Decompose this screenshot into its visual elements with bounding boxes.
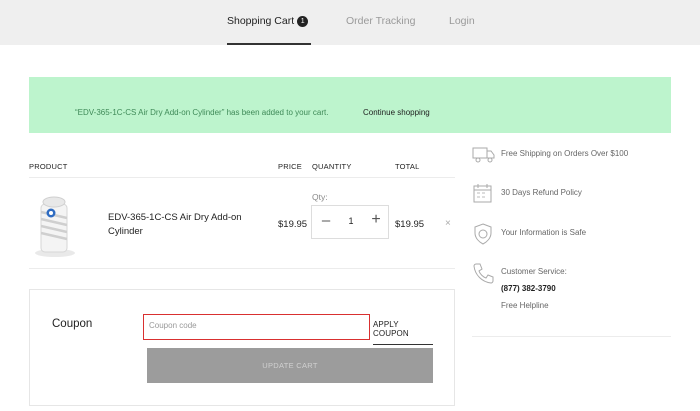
coupon-title: Coupon xyxy=(52,318,93,330)
shield-icon xyxy=(474,223,492,245)
customer-service-label: Customer Service: xyxy=(501,267,567,276)
qty-decrease-button[interactable]: – xyxy=(319,212,333,229)
quantity-stepper: – 1 + xyxy=(311,205,389,239)
free-shipping-text: Free Shipping on Orders Over $100 xyxy=(501,149,629,158)
tab-shopping-cart-label: Shopping Cart xyxy=(227,15,295,27)
header-divider xyxy=(29,177,455,178)
tab-login[interactable]: Login xyxy=(449,0,475,45)
cart-count-badge: 1 xyxy=(297,16,309,27)
customer-service-phone[interactable]: (877) 382-3790 xyxy=(501,284,556,293)
product-total: $19.95 xyxy=(395,219,425,230)
product-price: $19.95 xyxy=(278,219,308,230)
product-name[interactable]: EDV-365-1C-CS Air Dry Add-on Cylinder xyxy=(108,211,268,239)
cart-notice: “EDV-365-1C-CS Air Dry Add-on Cylinder” … xyxy=(29,77,671,133)
truck-icon xyxy=(472,147,495,163)
info-safe-text: Your Information is Safe xyxy=(501,228,587,237)
phone-icon xyxy=(473,263,494,284)
update-cart-button[interactable]: UPDATE CART xyxy=(147,348,433,383)
qty-label: Qty: xyxy=(312,192,328,202)
cart-notice-message: “EDV-365-1C-CS Air Dry Add-on Cylinder” … xyxy=(75,108,329,117)
product-image[interactable] xyxy=(31,192,89,258)
column-header-price: PRICE xyxy=(278,162,302,171)
apply-coupon-button[interactable]: APPLY COUPON xyxy=(373,320,433,345)
column-header-product: PRODUCT xyxy=(29,162,68,171)
row-divider xyxy=(29,268,455,269)
tab-order-tracking[interactable]: Order Tracking xyxy=(346,0,415,45)
qty-increase-button[interactable]: + xyxy=(369,211,383,229)
continue-shopping-link[interactable]: Continue shopping xyxy=(363,108,430,117)
remove-item-button[interactable]: × xyxy=(445,218,451,229)
calendar-icon xyxy=(473,184,492,203)
helpline-text: Free Helpline xyxy=(501,301,549,310)
column-header-quantity: QUANTITY xyxy=(312,162,352,171)
quantity-input[interactable]: 1 xyxy=(344,216,358,226)
coupon-code-input[interactable]: Coupon code xyxy=(143,314,370,340)
tab-shopping-cart[interactable]: Shopping Cart 1 xyxy=(227,0,311,45)
refund-policy-text: 30 Days Refund Policy xyxy=(501,188,582,197)
column-header-total: TOTAL xyxy=(395,162,420,171)
top-nav: Shopping Cart 1 Order Tracking Login xyxy=(0,0,700,45)
side-divider xyxy=(472,336,671,337)
